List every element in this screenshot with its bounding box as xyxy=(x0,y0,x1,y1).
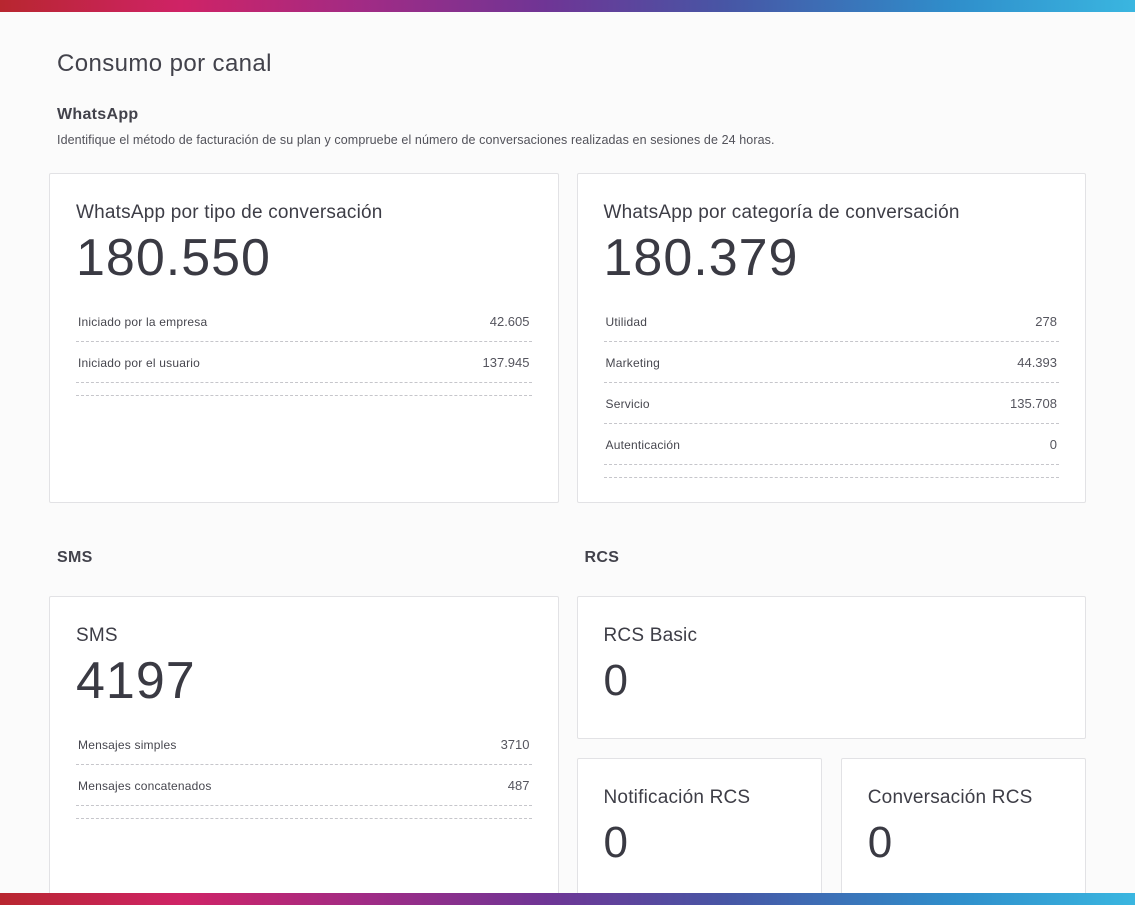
section-rcs-title: RCS xyxy=(584,549,620,567)
card-total-value: 0 xyxy=(603,818,629,868)
stat-row: Iniciado por la empresa 42.605 xyxy=(76,301,532,343)
stat-row: Mensajes simples 3710 xyxy=(76,724,532,766)
card-title: Notificación RCS xyxy=(603,787,751,809)
card-rcs-basic: RCS Basic 0 xyxy=(576,596,1086,740)
card-rcs-conversacion: Conversación RCS 0 xyxy=(840,758,1086,893)
stat-label: Servicio xyxy=(605,396,650,411)
stat-row: Marketing 44.393 xyxy=(603,342,1059,384)
whatsapp-cards-row: WhatsApp por tipo de conversación 180.55… xyxy=(49,173,1086,504)
rcs-section-col: RCS xyxy=(577,549,1087,576)
card-total-value: 4197 xyxy=(76,652,196,711)
stat-label: Iniciado por la empresa xyxy=(78,314,208,329)
stat-label: Utilidad xyxy=(605,314,648,329)
stat-row: Iniciado por el usuario 137.945 xyxy=(76,342,532,384)
stat-value: 3710 xyxy=(500,737,530,753)
dashed-divider xyxy=(76,806,532,820)
stat-value: 487 xyxy=(507,778,530,794)
bottom-cards-row: SMS 4197 Mensajes simples 3710 Mensajes … xyxy=(49,596,1086,893)
page-title: Consumo por canal xyxy=(57,50,272,77)
section-sms-title: SMS xyxy=(57,549,93,567)
sms-section-col: SMS xyxy=(49,549,559,576)
card-whatsapp-categoria: WhatsApp por categoría de conversación 1… xyxy=(576,173,1086,504)
top-gradient-bar xyxy=(0,0,1135,12)
stat-row: Servicio 135.708 xyxy=(603,383,1059,425)
card-title: SMS xyxy=(76,625,118,647)
page-content: Consumo por canal WhatsApp Identifique e… xyxy=(0,12,1135,893)
dashed-divider xyxy=(603,465,1059,479)
card-rcs-notificacion: Notificación RCS 0 xyxy=(576,758,822,893)
card-title: Conversación RCS xyxy=(867,787,1033,809)
stat-label: Iniciado por el usuario xyxy=(78,355,201,370)
stat-label: Marketing xyxy=(605,355,660,370)
stat-label: Mensajes concatenados xyxy=(78,778,212,793)
stat-row: Mensajes concatenados 487 xyxy=(76,765,532,807)
section-whatsapp-title: WhatsApp xyxy=(57,106,139,123)
bottom-gradient-bar xyxy=(0,893,1135,905)
card-whatsapp-tipo: WhatsApp por tipo de conversación 180.55… xyxy=(49,173,559,504)
sms-column: SMS 4197 Mensajes simples 3710 Mensajes … xyxy=(49,596,559,893)
card-total-value: 0 xyxy=(603,656,629,706)
dashed-divider xyxy=(76,383,532,397)
card-title: WhatsApp por tipo de conversación xyxy=(76,202,383,223)
stat-value: 137.945 xyxy=(482,355,530,371)
rcs-column: RCS Basic 0 Notificación RCS 0 Conversac… xyxy=(576,596,1086,893)
card-title: RCS Basic xyxy=(603,625,698,647)
card-total-value: 0 xyxy=(867,818,894,868)
stat-value: 0 xyxy=(1049,437,1057,453)
stat-value: 278 xyxy=(1035,314,1057,330)
stat-label: Mensajes simples xyxy=(78,737,177,752)
section-titles-row: SMS RCS xyxy=(49,549,1086,576)
card-title: WhatsApp por categoría de conversación xyxy=(603,202,960,223)
whatsapp-description: Identifique el método de facturación de … xyxy=(57,133,775,147)
card-sms: SMS 4197 Mensajes simples 3710 Mensajes … xyxy=(49,596,559,893)
stat-value: 44.393 xyxy=(1017,355,1057,371)
card-total-value: 180.550 xyxy=(76,229,271,287)
stat-value: 135.708 xyxy=(1010,396,1057,412)
stat-row: Utilidad 278 xyxy=(603,301,1059,343)
stat-label: Autenticación xyxy=(605,437,681,452)
stat-value: 42.605 xyxy=(489,314,530,330)
rcs-small-cards-row: Notificación RCS 0 Conversación RCS 0 xyxy=(576,758,1086,893)
card-total-value: 180.379 xyxy=(603,229,799,287)
stat-row: Autenticación 0 xyxy=(603,424,1059,466)
